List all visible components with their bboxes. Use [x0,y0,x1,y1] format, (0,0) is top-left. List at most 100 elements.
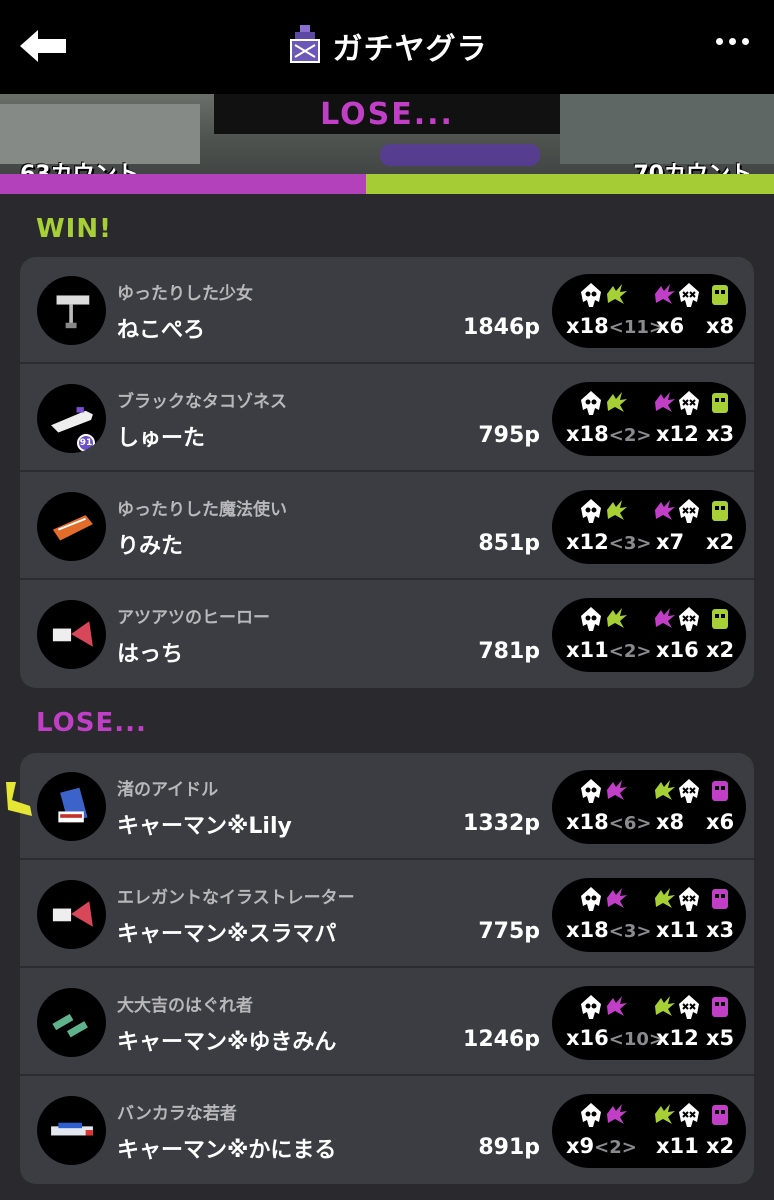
tower-control-mode-icon [289,25,320,63]
bucket-icon [37,772,106,841]
death-stat: x16 [652,598,700,672]
sun-special-icon [708,390,732,420]
death-stat: x8 [652,770,699,844]
brella-icon [37,600,106,669]
player-row[interactable]: エレガントなイラストレーター キャーマン※スラマパ 775p x18<3> x11 x3 [20,861,754,968]
special-stat: x2 [706,1094,742,1168]
special-stat: x8 [706,274,742,348]
player-stats: x11<2> x16 x2 [552,598,746,672]
special-stat: x2 [706,490,742,564]
robo-special-icon [708,282,732,312]
player-name: キャーマン※スラマパ [117,922,337,947]
player-stats: x9<2> x11 x2 [552,1094,746,1168]
death-count: x16 [656,638,699,662]
player-stats: x18<11> x6 x8 [552,274,746,348]
kill-stat: x18<6> [566,770,651,844]
death-icon [652,994,700,1024]
death-icon [652,606,700,636]
kill-icon [580,498,628,528]
lose-section-label: LOSE... [36,708,147,738]
special-stat: x6 [706,770,742,844]
kill-stat: x18<11> [566,274,664,348]
player-row[interactable]: 渚のアイドル キャーマン※Lily 1332p x18<6> x8 x6 [20,753,754,860]
robo-special-icon [708,778,732,808]
death-count: x6 [656,314,685,338]
special-count: x8 [706,314,735,338]
death-count: x11 [656,1134,699,1158]
dualies-icon [37,988,106,1057]
special-count: x3 [706,422,735,446]
player-stats: x16<10> x12 x5 [552,986,746,1060]
death-count: x8 [656,810,685,834]
stage-background [0,104,200,164]
player-row[interactable]: ゆったりした魔法使い りみた 851p x12<3> x7 x2 [20,473,754,580]
player-name: しゅーた [117,426,206,451]
crab-special-icon [708,994,732,1024]
player-title: 大大吉のはぐれ者 [117,996,253,1016]
player-points: 1332p [463,811,540,836]
kill-stat: x12<3> [566,490,651,564]
special-count: x2 [706,638,735,662]
kill-count: x9<2> [566,1134,637,1158]
player-name: はっち [117,642,184,667]
death-stat: x12 [652,986,700,1060]
header-title-group: ガチヤグラ [0,22,774,70]
player-name: キャーマン※Lily [117,814,292,839]
kill-count: x18<2> [566,422,652,446]
player-row[interactable]: 大大吉のはぐれ者 キャーマン※ゆきみん 1246p x16<10> x12 x5 [20,969,754,1076]
kill-stat: x9<2> [566,1094,642,1168]
special-stat: x3 [706,878,742,952]
death-stat: x11 [652,878,700,952]
special-stat: x2 [706,598,742,672]
player-title: エレガントなイラストレーター [117,888,355,908]
player-points: 795p [478,423,540,448]
special-count: x2 [706,530,735,554]
kill-icon [580,994,628,1024]
kill-stat: x18<3> [566,878,651,952]
charger-icon: 91 [37,384,106,453]
level-badge: 91 [77,434,95,452]
player-title: バンカラな若者 [117,1104,237,1124]
death-stat: x6 [652,274,699,348]
player-title: ゆったりした少女 [117,284,253,304]
player-points: 781p [478,639,540,664]
player-title: ブラックなタコゾネス [117,392,287,412]
more-options-icon[interactable] [716,38,750,52]
player-points: 1846p [463,315,540,340]
death-count: x7 [656,530,685,554]
death-count: x12 [656,1026,699,1050]
result-banner: LOSE... [214,94,560,134]
player-row[interactable]: アツアツのヒーロー はっち 781p x11<2> x16 x2 [20,581,754,688]
player-row[interactable]: バンカラな若者 キャーマン※かにまる 891p x9<2> x11 x2 [20,1077,754,1184]
player-stats: x18<3> x11 x3 [552,878,746,952]
death-count: x11 [656,918,699,942]
death-icon [652,886,700,916]
kill-icon [580,390,628,420]
splat-roller-icon [37,276,106,345]
kill-icon [580,282,628,312]
player-row[interactable]: 91 ブラックなタコゾネスしゅーた 795p x18<2> x12 x3 [20,365,754,472]
bubble-special-icon [708,886,732,916]
kill-count: x18<3> [566,918,652,942]
page-title: ガチヤグラ [332,32,488,67]
kill-icon [580,886,628,916]
player-stats: x12<3> x7 x2 [552,490,746,564]
death-count: x12 [656,422,699,446]
death-icon [652,1102,700,1132]
kill-icon [580,1102,628,1132]
special-stat: x5 [706,986,742,1060]
bubble-special-icon [708,606,732,636]
kill-icon [580,778,628,808]
kill-count: x18<11> [566,314,664,338]
kill-count: x16<10> [566,1026,664,1050]
crab-special-icon [708,1102,732,1132]
death-stat: x12 [652,382,699,456]
brella-icon [37,880,106,949]
self-indicator-icon [6,782,32,816]
player-row[interactable]: ゆったりした少女 ねこぺろ 1846p x18<11> x6 x8 [20,257,754,364]
player-stats: x18<6> x8 x6 [552,770,746,844]
kill-stat: x18<2> [566,382,651,456]
kill-stat: x11<2> [566,598,651,672]
player-name: りみた [117,534,184,559]
jet-special-icon [708,498,732,528]
